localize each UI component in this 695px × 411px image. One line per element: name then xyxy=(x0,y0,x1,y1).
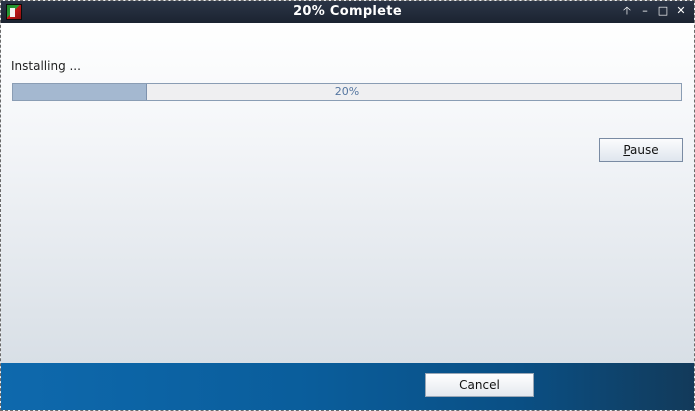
window-title: 20% Complete xyxy=(293,4,402,19)
progress-bar: 20% xyxy=(12,83,682,101)
close-icon[interactable]: ✕ xyxy=(674,4,688,18)
button-bar: Cancel xyxy=(1,363,694,410)
pause-button-label: ause xyxy=(630,143,659,157)
cancel-button[interactable]: Cancel xyxy=(425,373,534,397)
maximize-icon[interactable]: □ xyxy=(656,4,670,18)
title-bar[interactable]: 20% Complete 🡡 – □ ✕ xyxy=(1,1,694,23)
minimize-icon[interactable]: – xyxy=(638,4,652,18)
installer-window: 20% Complete 🡡 – □ ✕ Installing ... 20% … xyxy=(0,0,695,411)
progress-percent: 20% xyxy=(334,85,360,98)
pause-button[interactable]: Pause xyxy=(599,138,683,162)
status-label: Installing ... xyxy=(11,59,81,73)
restore-up-icon[interactable]: 🡡 xyxy=(620,4,634,18)
main-panel: Installing ... 20% Pause xyxy=(1,23,694,363)
